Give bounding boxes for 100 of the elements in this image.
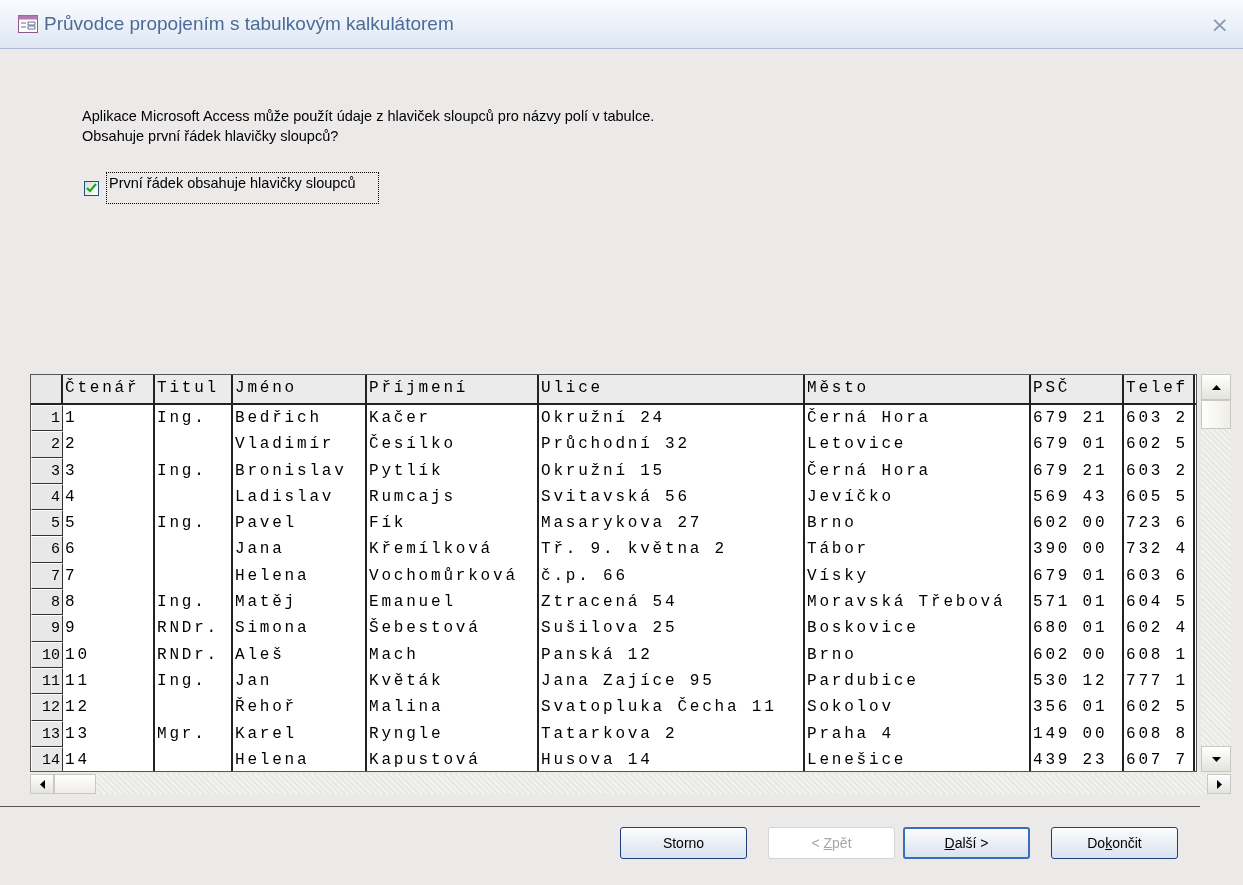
table-cell: Ing. (155, 510, 233, 537)
table-cell: Emanuel (367, 589, 539, 616)
row-header[interactable]: 8 (31, 589, 63, 616)
table-cell: Bedřich (233, 405, 367, 432)
table-cell: 602 00 (1031, 641, 1124, 668)
cancel-button[interactable]: Storno (620, 827, 747, 859)
column-header[interactable]: Ulice (539, 375, 805, 403)
row-header[interactable]: 4 (31, 483, 63, 511)
table-cell: Jana (233, 536, 367, 563)
wizard-button[interactable]: Další > (903, 827, 1030, 859)
table-cell: Jevíčko (805, 483, 1031, 511)
column-header[interactable]: Telef (1124, 375, 1195, 403)
table-cell: Květák (367, 667, 539, 695)
row-header[interactable]: 6 (31, 536, 63, 563)
column-header[interactable]: PSČ (1031, 375, 1124, 403)
scroll-thumb[interactable] (1201, 400, 1231, 429)
table-cell: Fík (367, 510, 539, 537)
table-cell: Pardubice (805, 667, 1031, 695)
table-cell: 530 12 (1031, 667, 1124, 695)
column-header[interactable]: Město (805, 375, 1031, 403)
table-cell: Masarykova 27 (539, 510, 805, 537)
table-cell: 7 (63, 562, 155, 590)
table-cell: 605 5 (1124, 483, 1195, 511)
row-header[interactable]: 11 (31, 667, 63, 695)
table-cell: Okružní 24 (539, 405, 805, 432)
row-header[interactable]: 3 (31, 457, 63, 484)
table-cell: Malina (367, 694, 539, 721)
table-cell: 5 (63, 510, 155, 537)
table-cell: 679 01 (1031, 431, 1124, 458)
scroll-down-icon[interactable] (1201, 746, 1231, 772)
table-cell: Karel (233, 720, 367, 747)
table-cell: 12 (63, 694, 155, 721)
table-cell: 602 00 (1031, 510, 1124, 537)
row-header[interactable]: 2 (31, 431, 63, 458)
table-cell: Tř. 9. května 2 (539, 536, 805, 563)
column-header[interactable]: Titul (155, 375, 233, 403)
row-header[interactable]: 9 (31, 615, 63, 642)
column-header[interactable]: Jméno (233, 375, 367, 403)
table-cell: Jana Zajíce 95 (539, 667, 805, 695)
table-cell: 10 (63, 641, 155, 668)
wizard-button[interactable]: Dokončit (1051, 827, 1178, 859)
row-header[interactable]: 12 (31, 694, 63, 721)
row-header[interactable]: 14 (31, 746, 63, 771)
table-cell: 608 8 (1124, 720, 1195, 747)
table-cell: 3 (63, 457, 155, 484)
table-cell: Ladislav (233, 483, 367, 511)
table-cell: Česílko (367, 431, 539, 458)
column-header[interactable]: Čtenář (63, 375, 155, 403)
scroll-left-icon[interactable] (30, 774, 54, 794)
row-header[interactable]: 13 (31, 720, 63, 747)
table-cell: 9 (63, 615, 155, 642)
table-cell: Černá Hora (805, 457, 1031, 484)
form-icon (18, 15, 38, 33)
table-cell: 603 2 (1124, 405, 1195, 432)
table-cell: Pavel (233, 510, 367, 537)
table-cell: Brno (805, 641, 1031, 668)
table-cell: Ing. (155, 667, 233, 695)
table-cell: 602 4 (1124, 615, 1195, 642)
table-cell: 8 (63, 589, 155, 616)
table-cell: 356 01 (1031, 694, 1124, 721)
table-cell: 4 (63, 483, 155, 511)
table-cell: Tábor (805, 536, 1031, 563)
checkbox-label[interactable]: První řádek obsahuje hlavičky sloupců (106, 172, 379, 204)
table-cell: RNDr. (155, 641, 233, 668)
table-cell: 777 1 (1124, 667, 1195, 695)
table-cell: 680 01 (1031, 615, 1124, 642)
scroll-up-icon[interactable] (1201, 374, 1231, 400)
column-header[interactable]: Příjmení (367, 375, 539, 403)
table-cell: Vochomůrková (367, 562, 539, 590)
table-cell: 603 6 (1124, 562, 1195, 590)
table-cell: Boskovice (805, 615, 1031, 642)
table-cell: 679 21 (1031, 405, 1124, 432)
table-cell: 1 (63, 405, 155, 432)
table-cell: 679 21 (1031, 457, 1124, 484)
table-cell: 571 01 (1031, 589, 1124, 616)
table-cell: 569 43 (1031, 483, 1124, 511)
table-cell: Svitavská 56 (539, 483, 805, 511)
intro-text: Aplikace Microsoft Access může použít údaje z hlaviček sloupců pro názvy polí v tabulce. (82, 107, 656, 126)
table-cell: 732 4 (1124, 536, 1195, 563)
row-header[interactable]: 1 (31, 405, 63, 432)
table-cell: 608 1 (1124, 641, 1195, 668)
vertical-scrollbar[interactable] (1201, 374, 1231, 772)
table-cell: Panská 12 (539, 641, 805, 668)
scroll-right-icon[interactable] (1207, 774, 1231, 794)
table-cell: Kačer (367, 405, 539, 432)
row-header[interactable]: 10 (31, 641, 63, 668)
checkbox[interactable] (84, 180, 99, 196)
row-header[interactable]: 5 (31, 510, 63, 537)
scroll-thumb[interactable] (54, 774, 96, 794)
table-cell: Průchodní 32 (539, 431, 805, 458)
row-header[interactable]: 7 (31, 562, 63, 590)
table-cell: Křemílková (367, 536, 539, 563)
table-cell: 11 (63, 667, 155, 695)
table-cell: Mgr. (155, 720, 233, 747)
table-cell: Helena (233, 562, 367, 590)
table-cell: 602 5 (1124, 694, 1195, 721)
horizontal-scrollbar[interactable] (30, 774, 1231, 794)
table-cell: Moravská Třebová (805, 589, 1031, 616)
table-cell: Letovice (805, 431, 1031, 458)
grid-corner[interactable] (31, 375, 63, 403)
